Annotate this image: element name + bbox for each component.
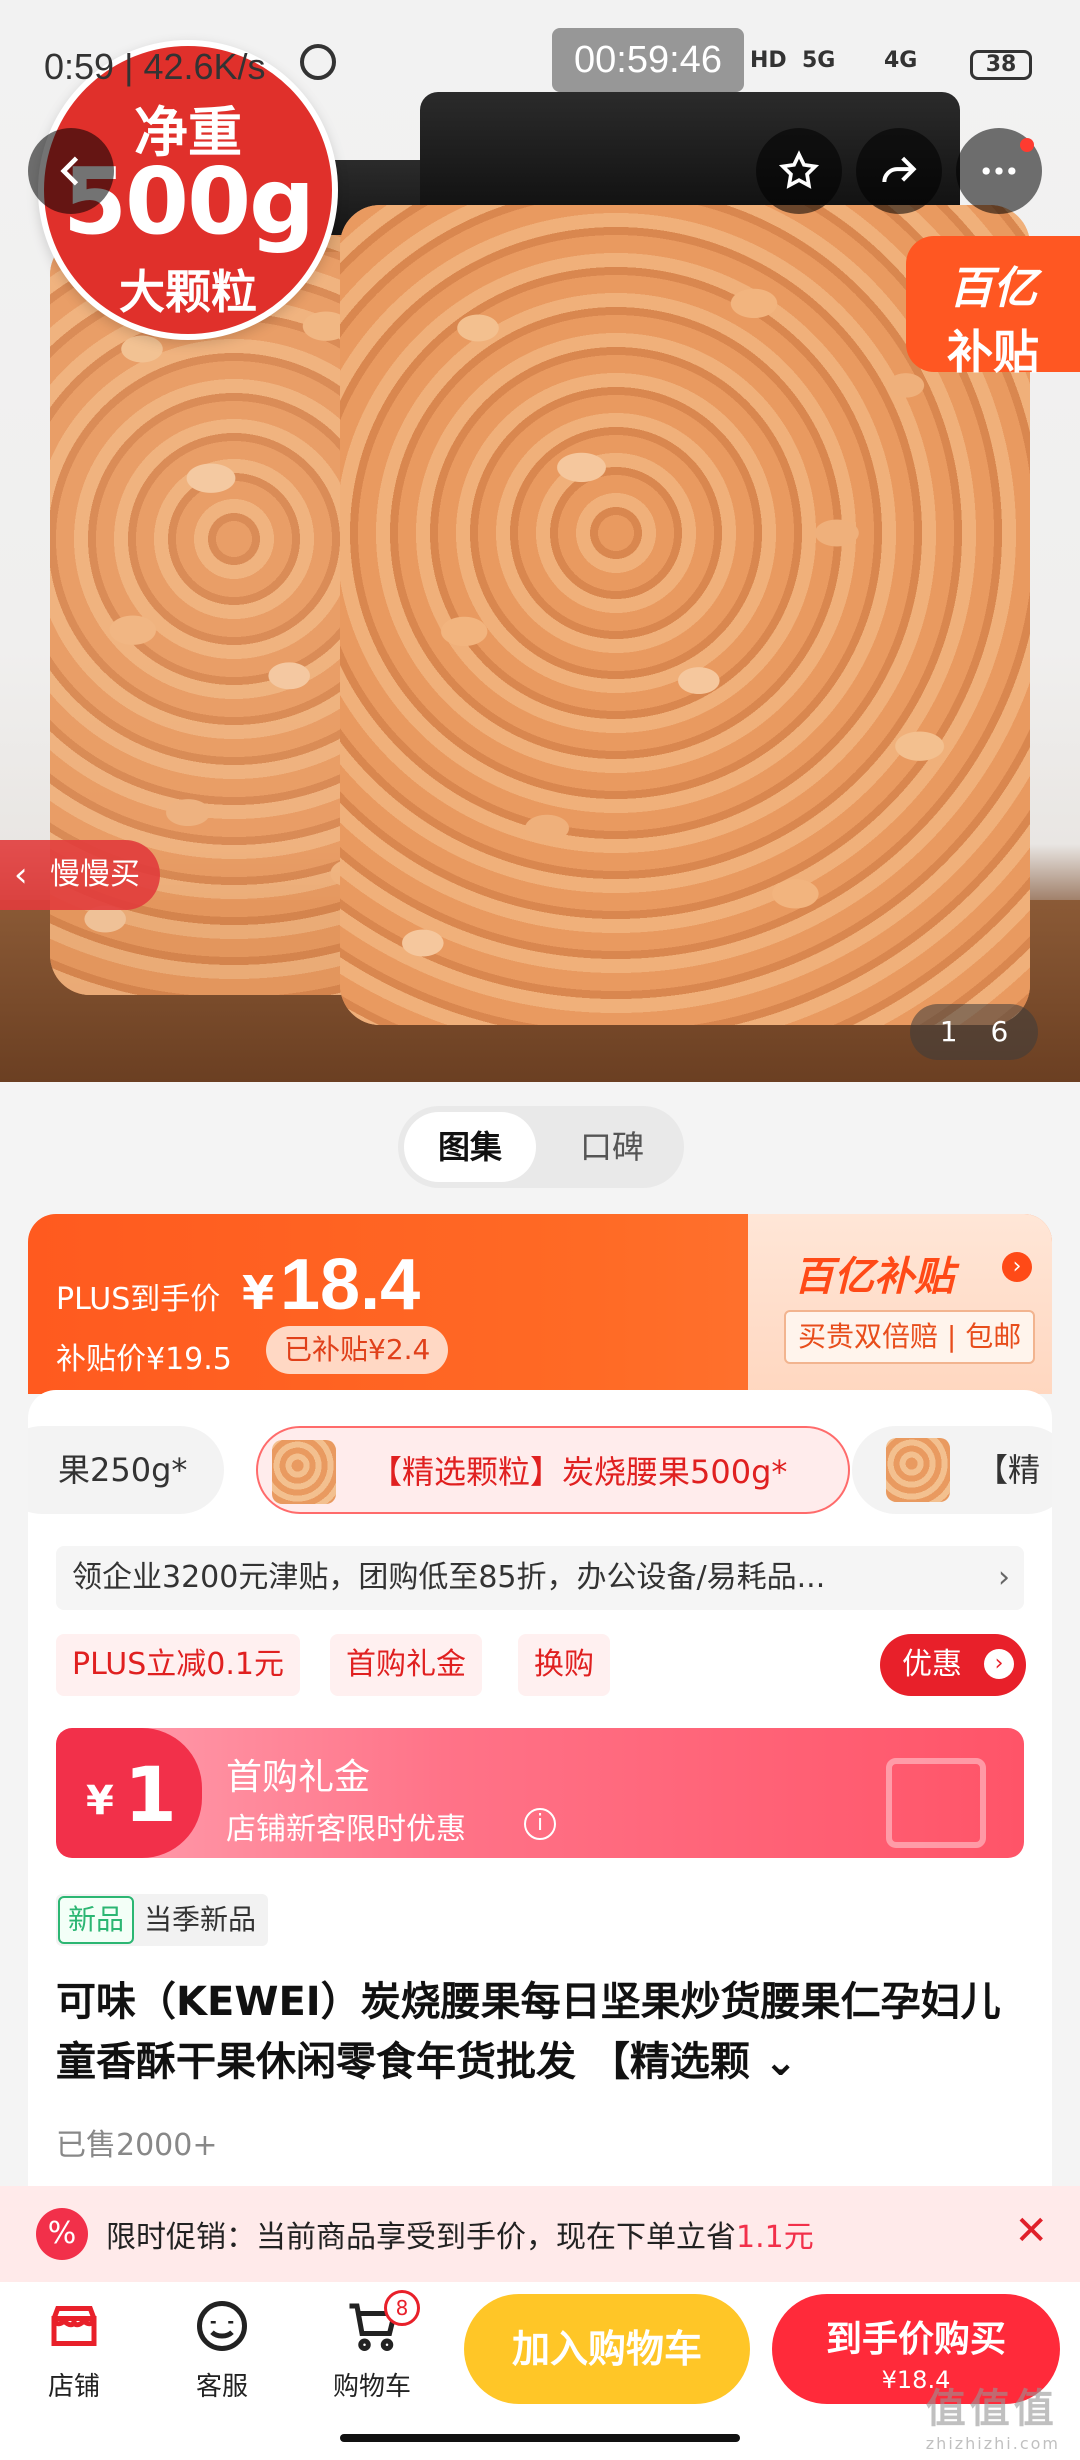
new-product-tag: 新品 当季新品 [56,1894,269,1946]
info-icon[interactable]: i [524,1808,556,1840]
notification-dot [1020,138,1034,152]
promo-banner-text: 限时促销：当前商品享受到手价，现在下单立省1.1元 [106,2220,814,2255]
recording-timer: 00:59:46 [552,28,744,92]
signal-5g-icon: 5G [802,48,836,73]
new-badge: 新品 [58,1896,135,1944]
notice-text: 领企业3200元津贴，团购低至85折，办公设备/易耗品... [72,1560,826,1595]
hd-indicator: HD [750,48,787,73]
star-icon [778,150,820,189]
chevron-left-icon: ‹ [14,855,28,895]
add-to-cart-button[interactable]: 加入购物车 [464,2294,750,2404]
price-card: PLUS到手价 ¥ 18.4 补贴价¥19.5 已补贴¥2.4 百亿补贴 › 买… [28,1214,1052,1394]
chevron-right-icon: › [984,1649,1014,1679]
favorite-button[interactable] [756,128,842,214]
customer-service-button[interactable]: 客服 [162,2296,282,2403]
gift-icon [886,1758,986,1848]
subsidy-price: 补贴价¥19.5 [56,1342,232,1377]
sku-option-selected[interactable]: 【精选颗粒】炭烧腰果500g* [256,1426,850,1514]
chevron-right-icon: › [1002,1252,1032,1282]
hero-subsidy-tag-line2: 补贴 [947,325,1039,379]
coupon-subtitle: 店铺新客限时优惠 [226,1812,466,1847]
home-indicator[interactable] [340,2434,740,2442]
back-arrow-icon [60,156,79,186]
battery-icon: 38 [970,50,1032,80]
percent-icon: % [36,2208,88,2260]
sku-label: 【精 [976,1451,1041,1489]
chevron-right-icon: › [998,1560,1010,1595]
sku-selector: 果250g* 【精选颗粒】炭烧腰果500g* 【精 [28,1420,1052,1520]
promo-chip[interactable]: 首购礼金 [330,1634,482,1696]
coupon-currency: ¥ [86,1778,114,1824]
plus-price-label: PLUS到手价 [56,1282,221,1317]
image-counter: 1 6 [910,1004,1038,1060]
slow-buy-label: 慢慢买 [50,857,140,892]
share-icon [882,156,917,183]
sku-option[interactable]: 【精 [852,1426,1052,1514]
slow-buy-tab[interactable]: ‹ 慢慢买 [0,840,160,910]
promo-chip[interactable]: PLUS立减0.1元 [56,1634,301,1696]
sku-option[interactable]: 果250g* [28,1426,224,1514]
sku-label: 【精选颗粒】炭烧腰果500g* [370,1453,788,1491]
plus-price-value: 18.4 [280,1245,421,1325]
product-title-text: 可味（KEWEI）炭烧腰果每日坚果炒货腰果仁孕妇儿童香酥干果休闲零食年货批发 【… [56,1979,1001,2085]
hero-subsidy-tag: 百亿 补贴 [906,236,1080,379]
sku-thumbnail [886,1438,950,1502]
subsidy-brand-link[interactable]: 百亿补贴 [794,1244,954,1302]
more-dots-icon [982,167,1016,175]
sold-count: 已售2000+ [56,2128,218,2163]
close-icon[interactable]: ✕ [1014,2208,1048,2254]
currency-symbol: ¥ [242,1266,275,1320]
already-subsidy-badge: 已补贴¥2.4 [266,1326,449,1374]
coupon-value: 1 [124,1750,177,1839]
limited-promo-banner: % 限时促销：当前商品享受到手价，现在下单立省1.1元 ✕ [0,2186,1080,2282]
cart-count-badge: 8 [384,2290,420,2326]
promo-chip[interactable]: 换购 [518,1634,610,1696]
buy-now-label: 到手价购买 [825,2319,1006,2360]
watermark: 值值值 zhizhizhi.com [925,2386,1060,2453]
share-button[interactable] [856,128,942,214]
enterprise-notice[interactable]: 领企业3200元津贴，团购低至85折，办公设备/易耗品... › [56,1546,1024,1610]
back-button[interactable] [28,128,114,214]
shop-button[interactable]: 店铺 [14,2296,134,2403]
new-tag-text: 当季新品 [144,1903,257,1936]
discount-button-label: 优惠 [902,1647,962,1682]
product-page: 净重 500g 大颗粒 百亿 补贴 ‹ 慢慢买 1 6 0:59 | 42.6K… [0,0,1080,2460]
chat-face-icon [197,2301,247,2351]
media-tabs: 图集 口碑 [398,1106,684,1188]
promo-saving: 1.1元 [736,2220,814,2255]
more-button[interactable] [956,128,1042,214]
cart-label: 购物车 [332,2372,411,2402]
shop-label: 店铺 [47,2372,100,2402]
sku-thumbnail [272,1440,336,1504]
signal-4g-icon: 4G [884,48,918,73]
service-label: 客服 [195,2372,248,2402]
chevron-down-icon: ⌄ [763,2039,798,2085]
discount-button[interactable]: 优惠 › [880,1634,1026,1696]
tab-gallery[interactable]: 图集 [404,1112,536,1182]
weight-badge-line3: 大颗粒 [119,265,257,319]
first-purchase-coupon[interactable]: ¥ 1 首购礼金 店铺新客限时优惠 i [56,1728,1024,1858]
product-info-card: 果250g* 【精选颗粒】炭烧腰果500g* 【精 领企业3200元津贴，团购低… [28,1390,1052,2290]
subsidy-panel [748,1214,1052,1394]
coupon-amount: ¥ 1 [56,1728,202,1858]
guarantee-badge: 买贵双倍赔 | 包邮 [784,1310,1036,1364]
shop-icon [51,2306,97,2346]
status-bar: 0:59 | 42.6K/s 00:59:46 HD 5G 4G 38 [0,0,1080,130]
alarm-icon [300,44,336,80]
hero-subsidy-tag-line1: 百亿 [949,263,1037,314]
cart-button[interactable]: 8 购物车 [312,2290,432,2403]
status-time: 0:59 | 42.6K/s [44,46,266,87]
tab-reviews[interactable]: 口碑 [546,1112,678,1182]
coupon-title: 首购礼金 [226,1757,371,1798]
product-title[interactable]: 可味（KEWEI）炭烧腰果每日坚果炒货腰果仁孕妇儿童香酥干果休闲零食年货批发 【… [56,1972,1024,2092]
